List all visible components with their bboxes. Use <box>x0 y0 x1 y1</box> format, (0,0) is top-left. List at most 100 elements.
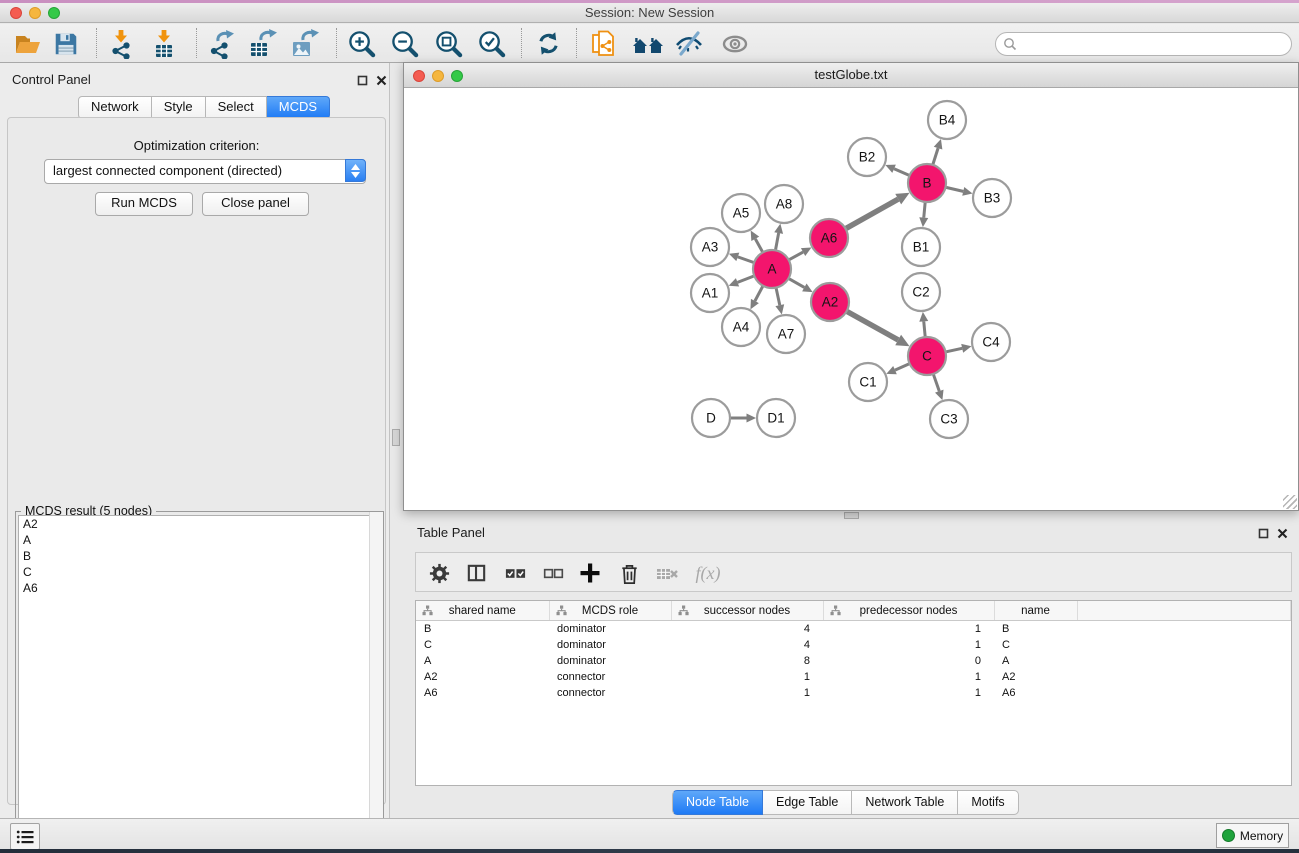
graph-edge-A-A8[interactable] <box>775 233 778 250</box>
graph-edge-B-B3[interactable] <box>946 187 964 191</box>
run-mcds-button[interactable]: Run MCDS <box>95 192 193 216</box>
import-network-button[interactable] <box>104 27 138 60</box>
graph-node-A5[interactable]: A5 <box>722 194 760 232</box>
graph-node-C4[interactable]: C4 <box>972 323 1010 361</box>
result-scrollbar[interactable] <box>369 512 383 851</box>
float-panel-button[interactable] <box>357 73 369 85</box>
close-table-panel-button[interactable] <box>1277 526 1289 538</box>
tab-edge-table[interactable]: Edge Table <box>763 790 852 815</box>
table-settings-button[interactable] <box>426 560 452 586</box>
graph-node-C1[interactable]: C1 <box>849 363 887 401</box>
close-traffic-light[interactable] <box>10 7 22 19</box>
graph-node-A3[interactable]: A3 <box>691 228 729 266</box>
graph-edge-C-C1[interactable] <box>895 364 910 370</box>
graph-node-B1[interactable]: B1 <box>902 228 940 266</box>
open-session-button[interactable] <box>11 27 45 60</box>
tab-motifs[interactable]: Motifs <box>958 790 1018 815</box>
graph-edge-C-C3[interactable] <box>933 374 939 391</box>
graph-node-D1[interactable]: D1 <box>757 399 795 437</box>
close-panel-button-mcds[interactable]: Close panel <box>202 192 309 216</box>
column-header-shared-name[interactable]: shared name <box>416 601 549 621</box>
network-maximize-traffic-light[interactable] <box>451 70 463 82</box>
refresh-view-button[interactable] <box>531 27 565 60</box>
table-row-c[interactable]: Cdominator41C <box>416 637 1291 653</box>
home-layout-button[interactable] <box>631 27 665 60</box>
result-item-c[interactable]: C <box>19 564 380 580</box>
new-network-from-file-button[interactable] <box>587 27 621 60</box>
zoom-in-button[interactable] <box>344 27 378 60</box>
criterion-dropdown[interactable]: largest connected component (directed) <box>44 159 366 184</box>
graph-edge-A-A4[interactable] <box>755 286 763 301</box>
graph-edge-C-C2[interactable] <box>924 321 925 337</box>
column-header-successor-nodes[interactable]: successor nodes <box>671 601 823 621</box>
table-row-a2[interactable]: A2connector11A2 <box>416 669 1291 685</box>
export-network-button[interactable] <box>203 27 237 60</box>
graph-node-A1[interactable]: A1 <box>691 274 729 312</box>
graph-node-A7[interactable]: A7 <box>767 315 805 353</box>
graph-edge-A-A7[interactable] <box>776 288 780 306</box>
graph-node-A6[interactable]: A6 <box>810 219 848 257</box>
network-canvas[interactable]: B4B2BB3A8A5A6A3B1AA1C2A2A4A7C4CC1C3DD1 <box>404 88 1298 510</box>
table-row-b[interactable]: Bdominator41B <box>416 621 1291 638</box>
graph-edge-A-A6[interactable] <box>789 252 803 260</box>
deselect-all-rows-button[interactable] <box>540 560 566 586</box>
tab-style[interactable]: Style <box>152 96 206 119</box>
search-field[interactable] <box>995 32 1292 56</box>
tab-network-table[interactable]: Network Table <box>852 790 958 815</box>
float-table-panel-button[interactable] <box>1258 526 1270 538</box>
tab-select[interactable]: Select <box>206 96 267 119</box>
panel-list-button[interactable] <box>10 823 40 850</box>
graph-edge-A6-B[interactable] <box>846 199 899 229</box>
graph-node-C3[interactable]: C3 <box>930 400 968 438</box>
search-input[interactable] <box>1020 34 1284 54</box>
save-session-button[interactable] <box>49 27 83 60</box>
tab-network[interactable]: Network <box>78 96 152 119</box>
result-item-a[interactable]: A <box>19 532 380 548</box>
horizontal-splitter-grip[interactable] <box>844 512 859 519</box>
vertical-splitter-grip[interactable] <box>392 429 400 446</box>
tab-node-table[interactable]: Node Table <box>672 790 763 815</box>
window-resize-grip[interactable] <box>1283 495 1297 509</box>
add-column-button[interactable] <box>577 560 603 586</box>
zoom-selected-button[interactable] <box>474 27 508 60</box>
graph-edge-B-B4[interactable] <box>933 148 938 165</box>
graph-node-C[interactable]: C <box>908 337 946 375</box>
graph-node-A8[interactable]: A8 <box>765 185 803 223</box>
network-close-traffic-light[interactable] <box>413 70 425 82</box>
column-layout-button[interactable] <box>463 560 489 586</box>
graph-edge-A-A5[interactable] <box>755 239 763 253</box>
result-item-a6[interactable]: A6 <box>19 580 380 596</box>
delete-column-button[interactable] <box>616 560 642 586</box>
tab-mcds[interactable]: MCDS <box>267 96 330 119</box>
graph-edge-A2-C[interactable] <box>847 311 899 340</box>
memory-button[interactable]: Memory <box>1216 823 1289 848</box>
column-header-name[interactable]: name <box>994 601 1077 621</box>
select-all-rows-button[interactable] <box>502 560 528 586</box>
graph-node-B3[interactable]: B3 <box>973 179 1011 217</box>
graph-node-A2[interactable]: A2 <box>811 283 849 321</box>
import-table-button[interactable] <box>147 27 181 60</box>
hide-details-button[interactable] <box>672 27 706 60</box>
graph-node-D[interactable]: D <box>692 399 730 437</box>
maximize-traffic-light[interactable] <box>48 7 60 19</box>
graph-node-A[interactable]: A <box>753 250 791 288</box>
graph-edge-A-A2[interactable] <box>789 278 805 287</box>
graph-node-B2[interactable]: B2 <box>848 138 886 176</box>
result-item-b[interactable]: B <box>19 548 380 564</box>
column-header-predecessor-nodes[interactable]: predecessor nodes <box>823 601 994 621</box>
export-table-button[interactable] <box>245 27 279 60</box>
graph-edge-C-C4[interactable] <box>946 348 963 352</box>
mcds-result-list[interactable]: A2ABCA6 <box>18 515 381 849</box>
graph-edge-B-B1[interactable] <box>924 202 925 218</box>
zoom-out-button[interactable] <box>387 27 421 60</box>
graph-node-B4[interactable]: B4 <box>928 101 966 139</box>
table-row-a[interactable]: Adominator80A <box>416 653 1291 669</box>
graph-edge-A-A3[interactable] <box>738 257 754 263</box>
graph-edge-B-B2[interactable] <box>894 169 909 176</box>
graph-node-C2[interactable]: C2 <box>902 273 940 311</box>
network-window-titlebar[interactable]: testGlobe.txt <box>404 63 1298 88</box>
zoom-fit-button[interactable] <box>431 27 465 60</box>
result-item-a2[interactable]: A2 <box>19 516 380 532</box>
show-details-button[interactable] <box>718 27 752 60</box>
graph-node-A4[interactable]: A4 <box>722 308 760 346</box>
